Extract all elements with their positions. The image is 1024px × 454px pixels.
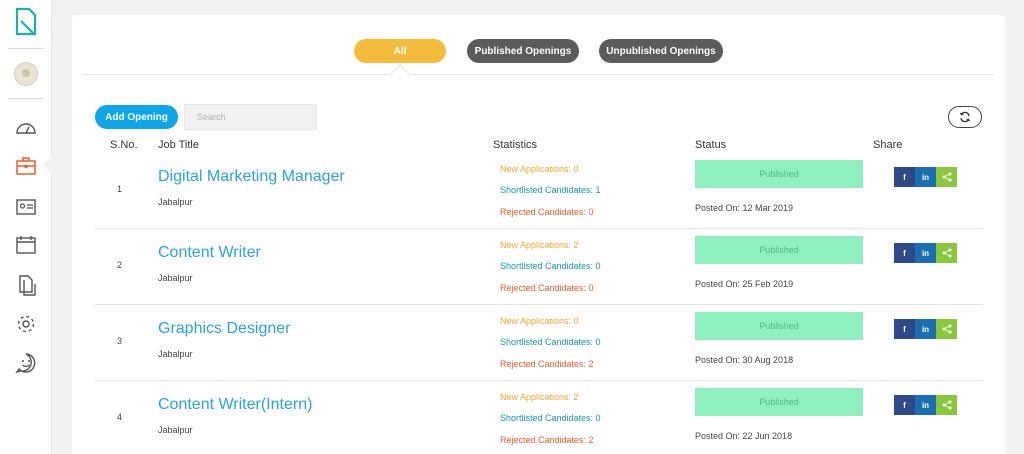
stat-rejected[interactable]: Rejected Candidates: 2: [500, 435, 594, 445]
posted-date: Posted On: 22 Jun 2018: [695, 431, 793, 441]
share-icon: [942, 248, 951, 258]
facebook-share-button[interactable]: f: [894, 395, 915, 415]
stat-shortlisted[interactable]: Shortlisted Candidates: 1: [500, 185, 601, 195]
status-badge[interactable]: Published: [695, 160, 863, 188]
table-row: 1 Digital Marketing Manager Jabalpur New…: [95, 153, 983, 229]
calendar-icon[interactable]: [15, 234, 37, 256]
posted-date: Posted On: 12 Mar 2019: [695, 203, 794, 213]
header-job-title: Job Title: [158, 139, 199, 151]
posted-date: Posted On: 30 Aug 2018: [695, 355, 794, 365]
job-location: Jabalpur: [158, 425, 193, 435]
stat-new-applications[interactable]: New Applications: 2: [500, 240, 579, 250]
briefcase-icon[interactable]: [15, 155, 37, 177]
stat-rejected[interactable]: Rejected Candidates: 0: [500, 283, 594, 293]
share-buttons: f in: [894, 319, 957, 339]
header-status: Status: [695, 139, 727, 151]
refresh-button[interactable]: [948, 106, 982, 128]
stat-new-applications[interactable]: New Applications: 0: [500, 164, 579, 174]
facebook-share-button[interactable]: f: [894, 319, 915, 339]
dashboard-icon[interactable]: [15, 118, 37, 140]
linkedin-share-button[interactable]: in: [915, 167, 936, 187]
row-sno: 2: [117, 260, 123, 270]
documents-icon[interactable]: [15, 274, 37, 296]
logo-icon[interactable]: [12, 6, 40, 38]
filter-all-button[interactable]: All: [354, 39, 446, 63]
share-icon: [942, 172, 951, 182]
header-statistics: Statistics: [493, 139, 538, 151]
sidebar: [0, 0, 52, 454]
add-opening-button[interactable]: Add Opening: [95, 105, 178, 129]
stat-new-applications[interactable]: New Applications: 0: [500, 316, 579, 326]
filter-divider: [82, 74, 994, 75]
share-buttons: f in: [894, 167, 957, 187]
job-title-link[interactable]: Graphics Designer: [158, 320, 291, 338]
row-sno: 1: [117, 184, 123, 194]
stat-shortlisted[interactable]: Shortlisted Candidates: 0: [500, 413, 601, 423]
sidebar-divider: [8, 98, 44, 99]
status-badge[interactable]: Published: [695, 312, 863, 340]
job-location: Jabalpur: [158, 349, 193, 359]
header-share: Share: [873, 139, 903, 151]
search-input[interactable]: [184, 104, 317, 130]
settings-icon[interactable]: [15, 313, 37, 335]
share-icon: [942, 400, 951, 410]
filter-published-button[interactable]: Published Openings: [467, 39, 579, 63]
header-sno: S.No.: [110, 139, 138, 151]
id-card-icon[interactable]: [15, 196, 37, 218]
stat-shortlisted[interactable]: Shortlisted Candidates: 0: [500, 337, 601, 347]
job-title-link[interactable]: Content Writer(Intern): [158, 396, 312, 414]
table-row: 4 Content Writer(Intern) Jabalpur New Ap…: [95, 381, 983, 454]
share-button[interactable]: [936, 167, 957, 187]
share-button[interactable]: [936, 243, 957, 263]
openings-card: All Published Openings Unpublished Openi…: [72, 15, 1005, 454]
refresh-icon: [959, 111, 971, 123]
job-location: Jabalpur: [158, 197, 193, 207]
status-badge[interactable]: Published: [695, 236, 863, 264]
job-title-link[interactable]: Content Writer: [158, 244, 261, 262]
filter-unpublished-button[interactable]: Unpublished Openings: [599, 39, 723, 63]
job-title-link[interactable]: Digital Marketing Manager: [158, 168, 345, 186]
share-buttons: f in: [894, 243, 957, 263]
row-sno: 3: [117, 336, 123, 346]
posted-date: Posted On: 25 Feb 2019: [695, 279, 794, 289]
filter-caret: [390, 64, 410, 84]
active-indicator: [42, 156, 52, 174]
avatar[interactable]: [14, 62, 38, 86]
share-buttons: f in: [894, 395, 957, 415]
row-sno: 4: [117, 412, 123, 422]
stat-rejected[interactable]: Rejected Candidates: 0: [500, 207, 594, 217]
linkedin-share-button[interactable]: in: [915, 319, 936, 339]
linkedin-share-button[interactable]: in: [915, 395, 936, 415]
table-row: 2 Content Writer Jabalpur New Applicatio…: [95, 229, 983, 305]
stat-rejected[interactable]: Rejected Candidates: 2: [500, 359, 594, 369]
sidebar-divider: [8, 48, 44, 49]
stat-shortlisted[interactable]: Shortlisted Candidates: 0: [500, 261, 601, 271]
job-location: Jabalpur: [158, 273, 193, 283]
linkedin-share-button[interactable]: in: [915, 243, 936, 263]
share-icon: [942, 324, 951, 334]
share-button[interactable]: [936, 395, 957, 415]
stat-new-applications[interactable]: New Applications: 2: [500, 392, 579, 402]
share-button[interactable]: [936, 319, 957, 339]
facebook-share-button[interactable]: f: [894, 167, 915, 187]
support-icon[interactable]: [15, 352, 37, 374]
facebook-share-button[interactable]: f: [894, 243, 915, 263]
table-row: 3 Graphics Designer Jabalpur New Applica…: [95, 305, 983, 381]
status-badge[interactable]: Published: [695, 388, 863, 416]
